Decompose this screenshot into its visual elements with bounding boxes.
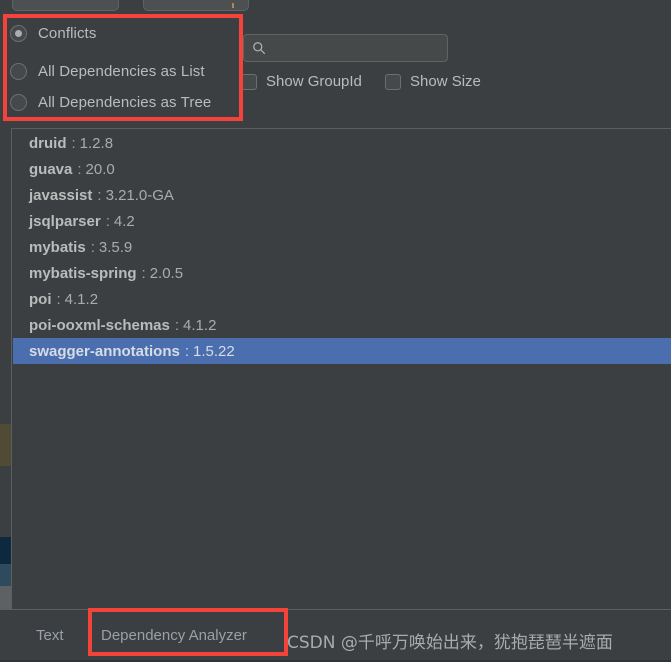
dependency-row[interactable]: jsqlparser:4.2 [13, 208, 671, 234]
tab-dependency-analyzer[interactable]: Dependency Analyzer [101, 627, 247, 644]
editor-gutter-strip[interactable] [0, 128, 11, 662]
dependency-version: 4.1.2 [183, 316, 217, 334]
gutter-marker-olive [0, 424, 11, 466]
radio-icon-conflicts[interactable] [10, 25, 27, 42]
radio-label-conflicts: Conflicts [38, 25, 97, 42]
checkbox-label-show-groupid: Show GroupId [266, 73, 362, 90]
dependency-separator: : [184, 342, 190, 360]
toolbar-strip [0, 0, 671, 13]
checkbox-show-size[interactable]: Show Size [385, 73, 481, 90]
dependency-version: 20.0 [85, 160, 115, 178]
dependency-row[interactable]: swagger-annotations:1.5.22 [13, 338, 671, 364]
dependency-list-panel[interactable]: druid:1.2.8 guava:20.0 javassist:3.21.0-GA… [11, 128, 671, 610]
dependency-name: poi [29, 290, 52, 308]
view-options-area: Conflicts All Dependencies as List All D… [0, 13, 671, 128]
dependency-row[interactable]: poi:4.1.2 [13, 286, 671, 312]
dependency-version: 3.5.9 [98, 238, 133, 256]
dependency-row[interactable]: poi-ooxml-schemas:4.1.2 [13, 312, 671, 338]
dependency-name: jsqlparser [29, 212, 101, 230]
dependency-row[interactable]: javassist:3.21.0-GA [13, 182, 671, 208]
radio-option-conflicts[interactable]: Conflicts [10, 25, 96, 42]
radio-icon-all-dependencies-as-list[interactable] [10, 63, 27, 80]
search-field[interactable] [243, 34, 448, 62]
tab-text[interactable]: Text [36, 627, 64, 644]
dependency-name: guava [29, 160, 73, 178]
dependency-row[interactable]: mybatis-spring:2.0.5 [13, 260, 671, 286]
dependency-list: druid:1.2.8 guava:20.0 javassist:3.21.0-GA… [13, 130, 671, 364]
dependency-separator: : [71, 134, 76, 152]
search-input[interactable] [272, 39, 436, 57]
dependency-row[interactable]: mybatis:3.5.9 [13, 234, 671, 260]
dependency-name: javassist [29, 186, 93, 204]
dependency-version: 1.2.8 [79, 134, 114, 152]
radio-option-all-dependencies-as-tree[interactable]: All Dependencies as Tree [10, 94, 211, 111]
gutter-marker-navy [0, 537, 11, 564]
dependency-row[interactable]: druid:1.2.8 [13, 130, 671, 156]
gutter-marker-steel [0, 564, 11, 586]
dependency-row[interactable]: guava:20.0 [13, 156, 671, 182]
dependency-separator: : [141, 264, 146, 282]
dependency-name: mybatis [29, 238, 86, 256]
dependency-version: 3.21.0-GA [105, 186, 174, 204]
dependency-separator: : [56, 290, 61, 308]
dependency-version: 4.2 [113, 212, 135, 230]
checkbox-show-groupid[interactable]: Show GroupId [241, 73, 362, 90]
dependency-version: 1.5.22 [193, 342, 235, 360]
dependency-separator: : [174, 316, 180, 334]
dependency-name: druid [29, 134, 67, 152]
toolbar-button-2[interactable] [143, 0, 249, 11]
dependency-separator: : [97, 186, 102, 204]
caret-icon [232, 3, 234, 8]
search-icon [253, 42, 266, 55]
dependency-separator: : [90, 238, 95, 256]
dependency-name: mybatis-spring [29, 264, 137, 282]
toolbar-button-1[interactable] [12, 0, 119, 11]
checkbox-icon-show-size[interactable] [385, 73, 401, 90]
dependency-separator: : [77, 160, 82, 178]
checkbox-label-show-size: Show Size [410, 73, 481, 90]
checkbox-icon-show-groupid[interactable] [241, 73, 257, 90]
radio-label-all-dependencies-as-list: All Dependencies as List [38, 63, 205, 80]
dependency-separator: : [105, 212, 110, 230]
radio-label-all-dependencies-as-tree: All Dependencies as Tree [38, 94, 212, 111]
maven-dependency-analyzer-panel: Conflicts All Dependencies as List All D… [0, 0, 671, 662]
watermark-text: CSDN @千呼万唤始出来，犹抱琵琶半遮面 [287, 633, 613, 653]
dependency-name: poi-ooxml-schemas [29, 316, 170, 334]
radio-option-all-dependencies-as-list[interactable]: All Dependencies as List [10, 63, 205, 80]
dependency-version: 2.0.5 [149, 264, 184, 282]
dependency-version: 4.1.2 [64, 290, 99, 308]
dependency-name: swagger-annotations [29, 342, 180, 360]
radio-icon-all-dependencies-as-tree[interactable] [10, 94, 27, 111]
